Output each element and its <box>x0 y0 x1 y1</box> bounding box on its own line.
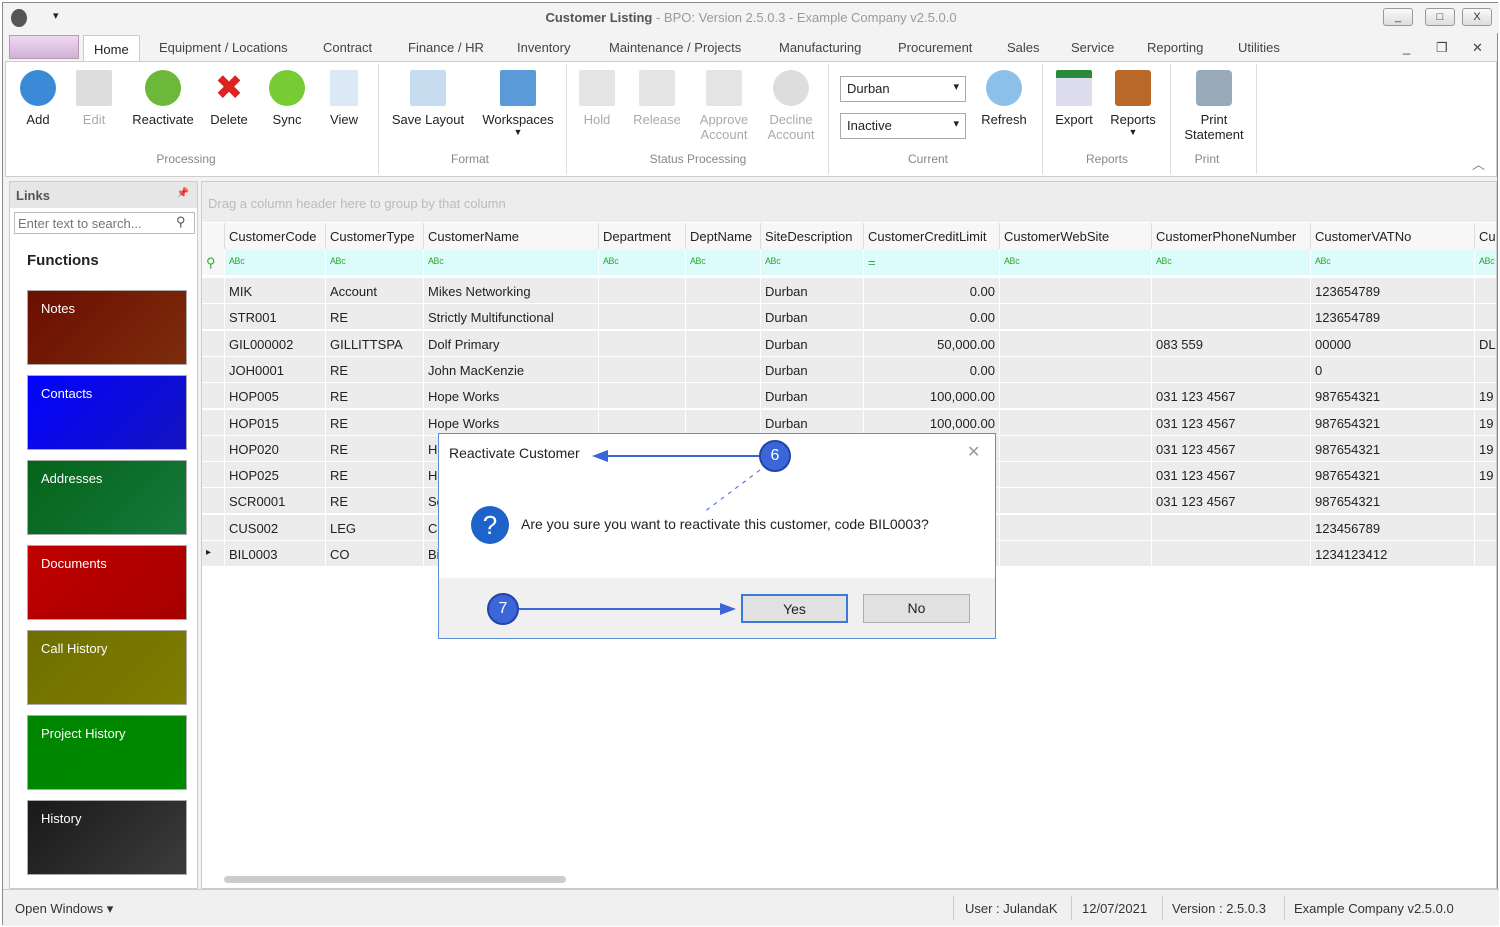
step-badge-6: 6 <box>759 440 791 472</box>
step-badge-7: 7 <box>487 593 519 625</box>
arrow-6-head <box>592 450 608 462</box>
annotation-arrows <box>518 450 761 615</box>
arrow-6-dashed <box>703 469 761 513</box>
arrow-7-head <box>720 603 736 615</box>
